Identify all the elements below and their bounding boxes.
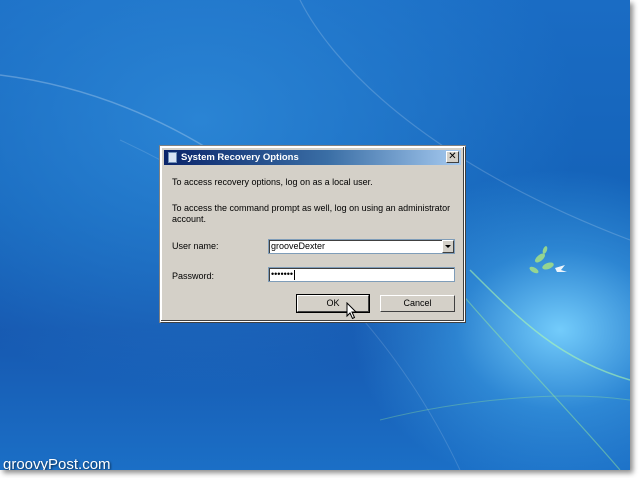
text-caret [294,269,296,280]
password-label: Password: [172,271,215,281]
system-recovery-dialog: System Recovery Options ✕ To access reco… [160,146,465,322]
close-icon[interactable]: ✕ [446,151,459,163]
dialog-titlebar[interactable]: System Recovery Options ✕ [164,150,461,165]
username-value: grooveDexter [271,241,326,251]
mouse-pointer-icon [346,302,358,320]
password-field[interactable]: ••••••• [268,267,455,282]
message-admin-line-1: To access the command prompt as well, lo… [172,203,451,213]
watermark-text: groovyPost.com [3,456,111,470]
ok-button[interactable]: OK [296,294,370,313]
cancel-button[interactable]: Cancel [380,295,455,312]
message-admin-line-2: account. [172,214,207,224]
chevron-down-icon[interactable] [442,240,454,253]
window-icon [168,152,177,163]
dialog-title: System Recovery Options [181,152,299,163]
password-value: ••••••• [271,269,294,279]
message-local-user: To access recovery options, log on as a … [172,177,373,187]
username-label: User name: [172,241,219,251]
username-select[interactable]: grooveDexter [268,239,455,254]
